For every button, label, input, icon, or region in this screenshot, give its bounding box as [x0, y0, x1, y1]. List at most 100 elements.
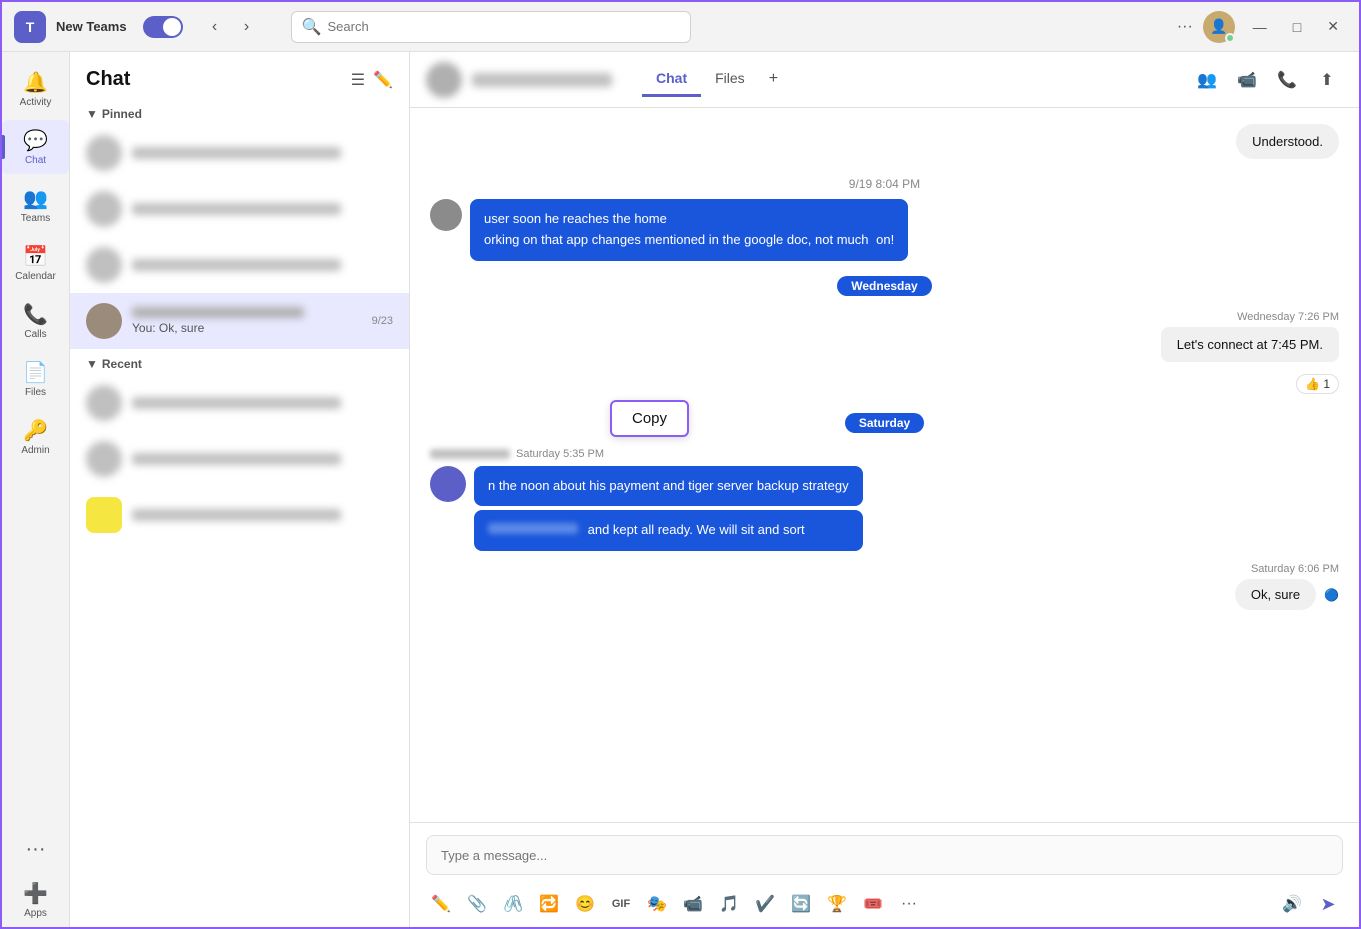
sat-msg-section: Saturday 5:35 PM n the noon about his pa…	[430, 448, 1339, 552]
apps-icon: ➕	[23, 881, 48, 906]
tab-add-button[interactable]: +	[759, 62, 788, 97]
gif-button[interactable]: GIF	[606, 889, 636, 919]
sidebar-item-admin[interactable]: 🔑 Admin	[2, 410, 69, 464]
chat-header: Chat Files + 👥 📹 📞 ⬆	[410, 52, 1359, 108]
praise-button[interactable]: 🏆	[822, 889, 852, 919]
sidebar-item-calls[interactable]: 📞 Calls	[2, 294, 69, 348]
sat-msg-row: n the noon about his payment and tiger s…	[430, 466, 1339, 552]
sidebar-label-activity: Activity	[20, 97, 52, 108]
sidebar-item-files[interactable]: 📄 Files	[2, 352, 69, 406]
user-avatar-wrapper[interactable]: 👤	[1203, 11, 1235, 43]
sat-sender-blur	[430, 449, 510, 459]
files-icon: 📄	[23, 360, 48, 385]
more-toolbar-button[interactable]: ···	[894, 889, 924, 919]
user-status-indicator	[1225, 33, 1235, 43]
input-area: ✏️ 📎 🖇️ 🔁 😊 GIF 🎭 📹 🎵 ✔️ 🔄 🏆 🎟️ ··· 🔊 ➤	[410, 822, 1359, 927]
active-chat-info: You: Ok, sure	[132, 307, 362, 335]
sidebar-item-more[interactable]: ···	[2, 830, 69, 869]
teams-icon: 👥	[23, 186, 48, 211]
new-chat-button[interactable]: ✏️	[373, 70, 393, 90]
audio-toggle-button[interactable]: 🔊	[1277, 889, 1307, 919]
sticker-button[interactable]: 🎭	[642, 889, 672, 919]
loop-button[interactable]: 🔁	[534, 889, 564, 919]
ok-sure-timestamp: Saturday 6:06 PM	[430, 563, 1339, 575]
recent-chat-3[interactable]	[70, 487, 409, 543]
activity-icon: 🔔	[23, 70, 48, 95]
attach-button[interactable]: 📎	[462, 889, 492, 919]
message-input[interactable]	[426, 835, 1343, 875]
copy-label: Copy	[632, 410, 667, 427]
active-chat-item[interactable]: You: Ok, sure 9/23	[70, 293, 409, 349]
ticket-button[interactable]: 🎟️	[858, 889, 888, 919]
messages-area[interactable]: Understood. 9/19 8:04 PM user soon he re…	[410, 108, 1359, 822]
tab-chat[interactable]: Chat	[642, 62, 701, 97]
sidebar-label-apps: Apps	[24, 908, 47, 919]
search-bar[interactable]: 🔍	[291, 11, 691, 43]
nav-forward[interactable]: ›	[233, 13, 261, 41]
ok-sure-wrapper: Ok, sure 🔵	[1235, 579, 1339, 610]
emoji-button[interactable]: 😊	[570, 889, 600, 919]
sat-msg-line1: n the noon about his payment and tiger s…	[488, 478, 849, 493]
more-options-icon[interactable]: ···	[1177, 18, 1193, 36]
recent-chat-1[interactable]	[70, 375, 409, 431]
recent-info-2	[132, 453, 393, 465]
search-input[interactable]	[328, 19, 680, 34]
pinned-chat-3[interactable]	[70, 237, 409, 293]
recent-chat-2[interactable]	[70, 431, 409, 487]
meet-button[interactable]: 📹	[678, 889, 708, 919]
saturday-divider: Saturday	[430, 414, 1339, 432]
pinned-chat-2[interactable]	[70, 181, 409, 237]
sidebar-label-teams: Teams	[21, 213, 50, 224]
paperclip-button[interactable]: 🖇️	[498, 889, 528, 919]
audio-button[interactable]: 📞	[1271, 64, 1303, 96]
pinned-chat-1[interactable]	[70, 125, 409, 181]
minimize-button[interactable]: —	[1245, 19, 1275, 35]
pinned-section[interactable]: ▼ Pinned	[70, 99, 409, 125]
active-indicator	[2, 135, 5, 159]
recent-section[interactable]: ▼ Recent	[70, 349, 409, 375]
wed-timestamp: Wednesday 7:26 PM	[430, 311, 1339, 323]
pinned-label: Pinned	[102, 107, 142, 121]
sidebar-item-teams[interactable]: 👥 Teams	[2, 178, 69, 232]
format-button[interactable]: ✏️	[426, 889, 456, 919]
sidebar-item-calendar[interactable]: 📅 Calendar	[2, 236, 69, 290]
filter-button[interactable]: ☰	[351, 70, 365, 90]
app-logo: T	[14, 11, 46, 43]
pinned-arrow: ▼	[86, 107, 98, 121]
audio-msg-button[interactable]: 🎵	[714, 889, 744, 919]
tab-files[interactable]: Files	[701, 62, 759, 97]
reaction-badge: 👍 1	[1296, 374, 1339, 394]
calendar-icon: 📅	[23, 244, 48, 269]
msg-content-1: user soon he reaches the home orking on …	[470, 199, 908, 261]
recent-avatar-2	[86, 441, 122, 477]
sidebar-label-calls: Calls	[24, 329, 46, 340]
copy-popup[interactable]: Copy	[610, 400, 689, 437]
maximize-button[interactable]: □	[1285, 19, 1309, 35]
input-box	[410, 823, 1359, 883]
sidebar-item-activity[interactable]: 🔔 Activity	[2, 62, 69, 116]
sidebar-label-admin: Admin	[21, 445, 49, 456]
sat-header: Saturday 5:35 PM	[430, 448, 1339, 460]
nav-back[interactable]: ‹	[201, 13, 229, 41]
participants-button[interactable]: 👥	[1191, 64, 1223, 96]
chat-contact-name	[472, 73, 612, 87]
chat-tabs: Chat Files +	[642, 62, 788, 97]
sidebar-label-calendar: Calendar	[15, 271, 56, 282]
share-button[interactable]: ⬆	[1311, 64, 1343, 96]
recent-name-1	[132, 397, 341, 409]
msg-avatar-1	[430, 199, 462, 231]
teams-toggle[interactable]	[143, 16, 183, 38]
toolbar-row: ✏️ 📎 🖇️ 🔁 😊 GIF 🎭 📹 🎵 ✔️ 🔄 🏆 🎟️ ··· 🔊 ➤	[410, 883, 1359, 927]
send-button[interactable]: ➤	[1313, 889, 1343, 919]
pinned-avatar-1	[86, 135, 122, 171]
sidebar-item-chat[interactable]: 💬 Chat	[2, 120, 69, 174]
loop2-button[interactable]: 🔄	[786, 889, 816, 919]
search-icon: 🔍	[302, 17, 322, 37]
close-button[interactable]: ✕	[1319, 18, 1347, 35]
ok-sure-bubble: Ok, sure	[1235, 579, 1316, 610]
video-button[interactable]: 📹	[1231, 64, 1263, 96]
sidebar-item-apps[interactable]: ➕ Apps	[2, 873, 69, 927]
msg-row-left-1: user soon he reaches the home orking on …	[430, 199, 1339, 261]
approve-button[interactable]: ✔️	[750, 889, 780, 919]
pinned-avatar-3	[86, 247, 122, 283]
